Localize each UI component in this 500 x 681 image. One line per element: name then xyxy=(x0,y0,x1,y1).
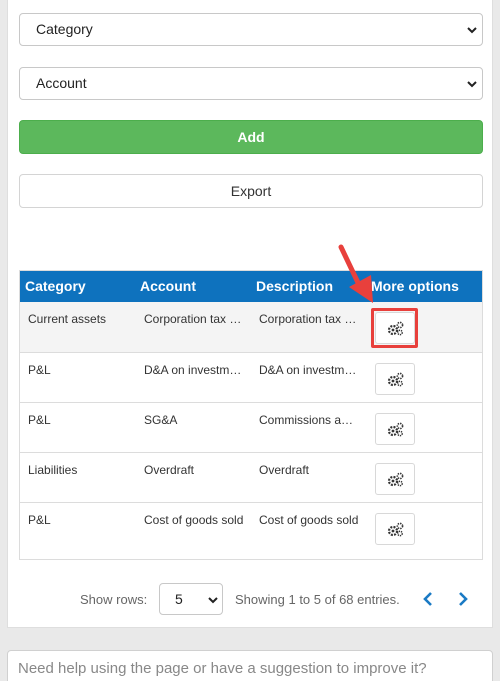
account-select[interactable]: Account xyxy=(19,67,483,100)
header-category[interactable]: Category xyxy=(25,278,86,294)
gear-icon xyxy=(387,522,404,537)
cell-category: Current assets xyxy=(28,312,107,326)
cell-category: P&L xyxy=(28,413,51,427)
feedback-input[interactable]: Need help using the page or have a sugge… xyxy=(7,650,493,681)
account-select-value: Account xyxy=(36,75,87,91)
table-row: P&L SG&A Commissions a… xyxy=(20,402,482,452)
show-rows-label: Show rows: xyxy=(80,592,148,607)
gear-icon xyxy=(387,422,404,437)
records-table: Category Account Description More option… xyxy=(19,270,483,560)
chevron-left-icon[interactable] xyxy=(420,590,436,608)
more-options-button[interactable] xyxy=(375,463,415,495)
table-row: P&L D&A on investm… D&A on investm… xyxy=(20,352,482,402)
cell-description: D&A on investm… xyxy=(259,363,357,377)
entries-info: Showing 1 to 5 of 68 entries. xyxy=(235,592,400,607)
more-options-button[interactable] xyxy=(375,513,415,545)
cell-description: Commissions a… xyxy=(259,413,354,427)
add-button[interactable]: Add xyxy=(19,120,483,154)
export-button[interactable]: Export xyxy=(19,174,483,208)
table-row: Liabilities Overdraft Overdraft xyxy=(20,452,482,502)
gear-icon xyxy=(387,372,404,387)
table-row: P&L Cost of goods sold Cost of goods sol… xyxy=(20,502,482,552)
chevron-down-icon xyxy=(467,27,477,34)
table-footer: Show rows: 5 Showing 1 to 5 of 68 entrie… xyxy=(8,580,494,620)
category-select-value: Category xyxy=(36,21,93,37)
cell-description: Overdraft xyxy=(259,463,310,477)
gear-icon xyxy=(387,472,404,487)
header-account[interactable]: Account xyxy=(140,278,196,294)
cell-account: Cost of goods sold xyxy=(144,513,244,527)
header-more-options: More options xyxy=(371,278,459,294)
more-options-button[interactable] xyxy=(375,363,415,395)
cell-category: P&L xyxy=(28,513,51,527)
more-options-button[interactable] xyxy=(375,413,415,445)
rows-per-page-value: 5 xyxy=(175,591,183,607)
table-row: Current assets Corporation tax … Corpora… xyxy=(20,302,482,352)
chevron-down-icon xyxy=(467,81,477,88)
header-description[interactable]: Description xyxy=(256,278,333,294)
chevron-down-icon xyxy=(208,597,218,604)
cell-category: P&L xyxy=(28,363,51,377)
table-header: Category Account Description More option… xyxy=(20,271,482,302)
cell-account: Overdraft xyxy=(144,463,195,477)
highlight-box xyxy=(371,308,418,348)
cell-account: Corporation tax … xyxy=(144,312,242,326)
cell-description: Cost of goods sold xyxy=(259,513,359,527)
cell-account: D&A on investm… xyxy=(144,363,242,377)
cell-account: SG&A xyxy=(144,413,178,427)
cell-category: Liabilities xyxy=(28,463,78,477)
chevron-right-icon[interactable] xyxy=(455,590,471,608)
category-select[interactable]: Category xyxy=(19,13,483,46)
rows-per-page-select[interactable]: 5 xyxy=(159,583,223,615)
arrow-pointer-icon xyxy=(338,244,373,303)
main-panel: Category Account Add Export Category Acc… xyxy=(7,0,493,628)
cell-description: Corporation tax … xyxy=(259,312,357,326)
